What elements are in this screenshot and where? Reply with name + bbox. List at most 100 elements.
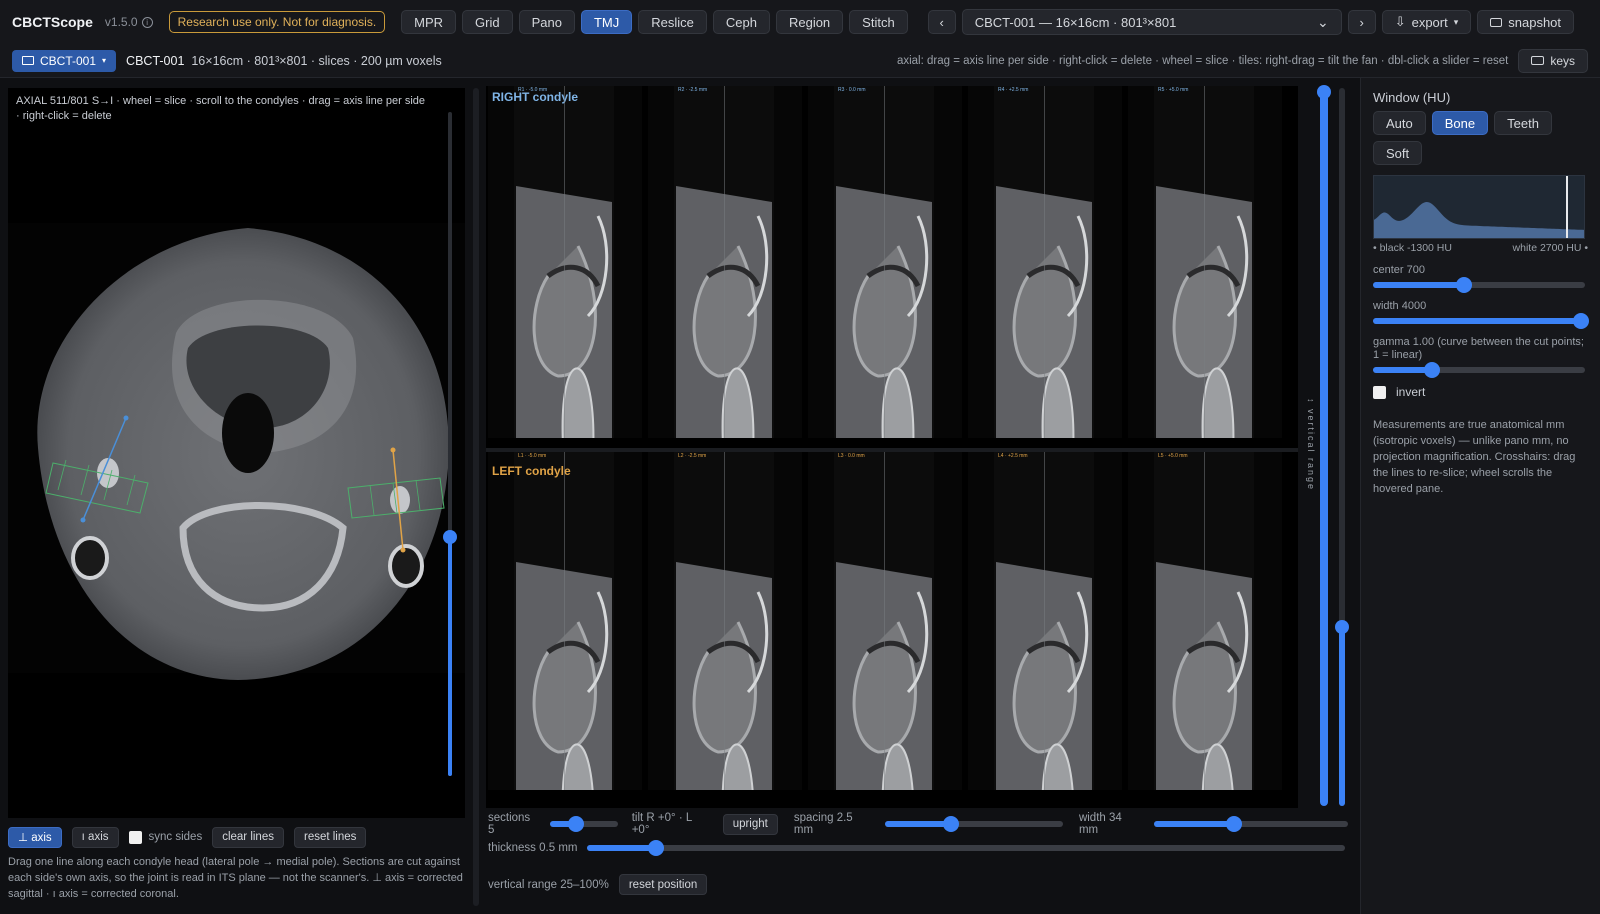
parallel-axis-button[interactable]: ı axis <box>71 826 119 848</box>
sections-slider[interactable] <box>549 816 618 832</box>
window-width-slider[interactable] <box>1373 313 1589 329</box>
section-center-line[interactable] <box>564 452 565 790</box>
camera-icon <box>1490 17 1503 27</box>
axial-viewport[interactable]: AXIAL 511/801 S→I · wheel = slice · scro… <box>8 88 465 818</box>
reset-position-button[interactable]: reset position <box>618 874 708 895</box>
upright-button[interactable]: upright <box>722 813 778 835</box>
sync-sides-toggle[interactable]: sync sides <box>128 830 202 844</box>
section-center-line[interactable] <box>1044 86 1045 438</box>
spacing-label: spacing 2.5 mm <box>793 812 853 836</box>
mode-tab-mpr[interactable]: MPR <box>401 10 457 34</box>
axial-slice-slider[interactable] <box>443 112 457 776</box>
window-preset-auto[interactable]: Auto <box>1373 111 1426 135</box>
center-slider[interactable] <box>1373 277 1585 293</box>
window-width-fill <box>1373 318 1581 324</box>
histogram-chart <box>1374 202 1584 238</box>
mode-tab-grid[interactable]: Grid <box>462 10 513 34</box>
center-knob[interactable] <box>1456 277 1473 293</box>
window-preset-bone[interactable]: Bone <box>1431 111 1489 135</box>
case-chip[interactable]: CBCT-001 ▾ <box>12 49 117 72</box>
tmj-section-grid[interactable]: RIGHT condyle LEFT condyle R1 · -5.0 mm R… <box>486 86 1298 808</box>
window-preset-teeth[interactable]: Teeth <box>1494 111 1552 135</box>
gamma-knob[interactable] <box>1424 362 1441 378</box>
section-center-line[interactable] <box>1044 452 1045 790</box>
dataset-select-value: CBCT-001 — 16×16cm · 801³×801 <box>974 14 1177 30</box>
right-section-tile[interactable]: R3 · 0.0 mm <box>808 86 962 438</box>
section-image <box>968 452 1122 790</box>
export-button[interactable]: ⇩ export ▾ <box>1381 10 1472 34</box>
vertical-range-knob[interactable] <box>1335 619 1349 634</box>
sync-sides-checkbox[interactable] <box>128 830 142 844</box>
interaction-hints: axial: drag = axis line per side · right… <box>896 54 1509 67</box>
thickness-slider[interactable] <box>587 840 1346 856</box>
section-center-line[interactable] <box>1204 452 1205 790</box>
section-image <box>1128 452 1282 790</box>
right-section-tile[interactable]: R1 · -5.0 mm <box>488 86 642 438</box>
mode-tab-pano[interactable]: Pano <box>518 10 575 34</box>
spacing-slider[interactable] <box>885 816 1063 832</box>
left-section-tile[interactable]: L5 · +5.0 mm <box>1128 452 1282 790</box>
mode-tab-region[interactable]: Region <box>775 10 844 34</box>
spacing-fill <box>885 821 951 827</box>
next-dataset-button[interactable]: › <box>1347 10 1376 34</box>
width-slider[interactable] <box>1154 816 1348 832</box>
left-section-tile[interactable]: L1 · -5.0 mm <box>488 452 642 790</box>
right-section-tile[interactable]: R2 · -2.5 mm <box>648 86 802 438</box>
snapshot-button[interactable]: snapshot <box>1477 10 1575 34</box>
vertical-range-top-knob[interactable] <box>1317 85 1331 99</box>
axial-image[interactable] <box>8 88 465 818</box>
section-center-line[interactable] <box>564 86 565 438</box>
download-icon: ⇩ <box>1394 14 1406 29</box>
section-center-line[interactable] <box>724 452 725 790</box>
invert-toggle[interactable]: invert <box>1373 385 1588 399</box>
section-center-line[interactable] <box>724 86 725 438</box>
thickness-knob[interactable] <box>647 840 664 856</box>
right-section-tile[interactable]: R5 · +5.0 mm <box>1128 86 1282 438</box>
section-center-line[interactable] <box>884 452 885 790</box>
mode-tab-reslice[interactable]: Reslice <box>638 10 707 34</box>
clear-lines-button[interactable]: clear lines <box>212 826 284 848</box>
sections-knob[interactable] <box>567 816 584 832</box>
section-image <box>1128 86 1282 438</box>
window-title: Window (HU) <box>1373 90 1451 105</box>
vertical-range-track[interactable] <box>1317 85 1331 806</box>
hu-histogram[interactable] <box>1373 175 1585 239</box>
section-offset-label: R4 · +2.5 mm <box>998 87 1029 93</box>
left-section-tile[interactable]: L4 · +2.5 mm <box>968 452 1122 790</box>
window-width-knob[interactable] <box>1572 313 1589 329</box>
left-section-tile[interactable]: L2 · -2.5 mm <box>648 452 802 790</box>
section-image <box>808 86 962 438</box>
left-condyle-label: LEFT condyle <box>492 464 571 478</box>
section-center-line[interactable] <box>1204 86 1205 438</box>
snapshot-label: snapshot <box>1508 14 1562 30</box>
section-image <box>648 452 802 790</box>
perpendicular-axis-button[interactable]: ⊥ axis <box>8 826 62 848</box>
invert-checkbox[interactable] <box>1373 385 1386 399</box>
white-point-marker[interactable] <box>1566 176 1568 238</box>
mode-tab-stitch[interactable]: Stitch <box>849 10 908 34</box>
thickness-label: thickness 0.5 mm <box>488 842 578 854</box>
case-bar: CBCT-001 ▾ CBCT-001 16×16cm · 801³×801 ·… <box>0 44 1600 78</box>
case-details: 16×16cm · 801³×801 · slices · 200 µm vox… <box>191 53 442 68</box>
axial-slider-knob[interactable] <box>443 529 457 544</box>
right-section-tile[interactable]: R4 · +2.5 mm <box>968 86 1122 438</box>
left-section-tile[interactable]: L3 · 0.0 mm <box>808 452 962 790</box>
width-label: width 4000 <box>1373 300 1427 312</box>
reset-lines-button[interactable]: reset lines <box>293 826 367 848</box>
section-center-line[interactable] <box>884 86 885 438</box>
pane-splitter[interactable] <box>473 88 479 906</box>
mode-tabs: MPR Grid Pano TMJ Reslice Ceph Region Stitch <box>401 10 908 34</box>
vertical-range-slider[interactable] <box>1335 88 1349 806</box>
dataset-select[interactable]: CBCT-001 — 16×16cm · 801³×801 ⌄ <box>961 9 1342 35</box>
info-icon[interactable]: i <box>141 16 153 28</box>
mode-tab-ceph[interactable]: Ceph <box>712 10 770 34</box>
mode-tab-tmj[interactable]: TMJ <box>580 10 633 34</box>
caret-icon: ▾ <box>102 56 107 65</box>
section-offset-label: L1 · -5.0 mm <box>518 453 547 459</box>
prev-dataset-button[interactable]: ‹ <box>927 10 956 34</box>
keys-button[interactable]: keys <box>1518 48 1588 73</box>
window-preset-soft[interactable]: Soft <box>1373 141 1423 165</box>
spacing-knob[interactable] <box>942 816 959 832</box>
gamma-slider[interactable] <box>1373 362 1585 378</box>
width-knob[interactable] <box>1225 816 1242 832</box>
